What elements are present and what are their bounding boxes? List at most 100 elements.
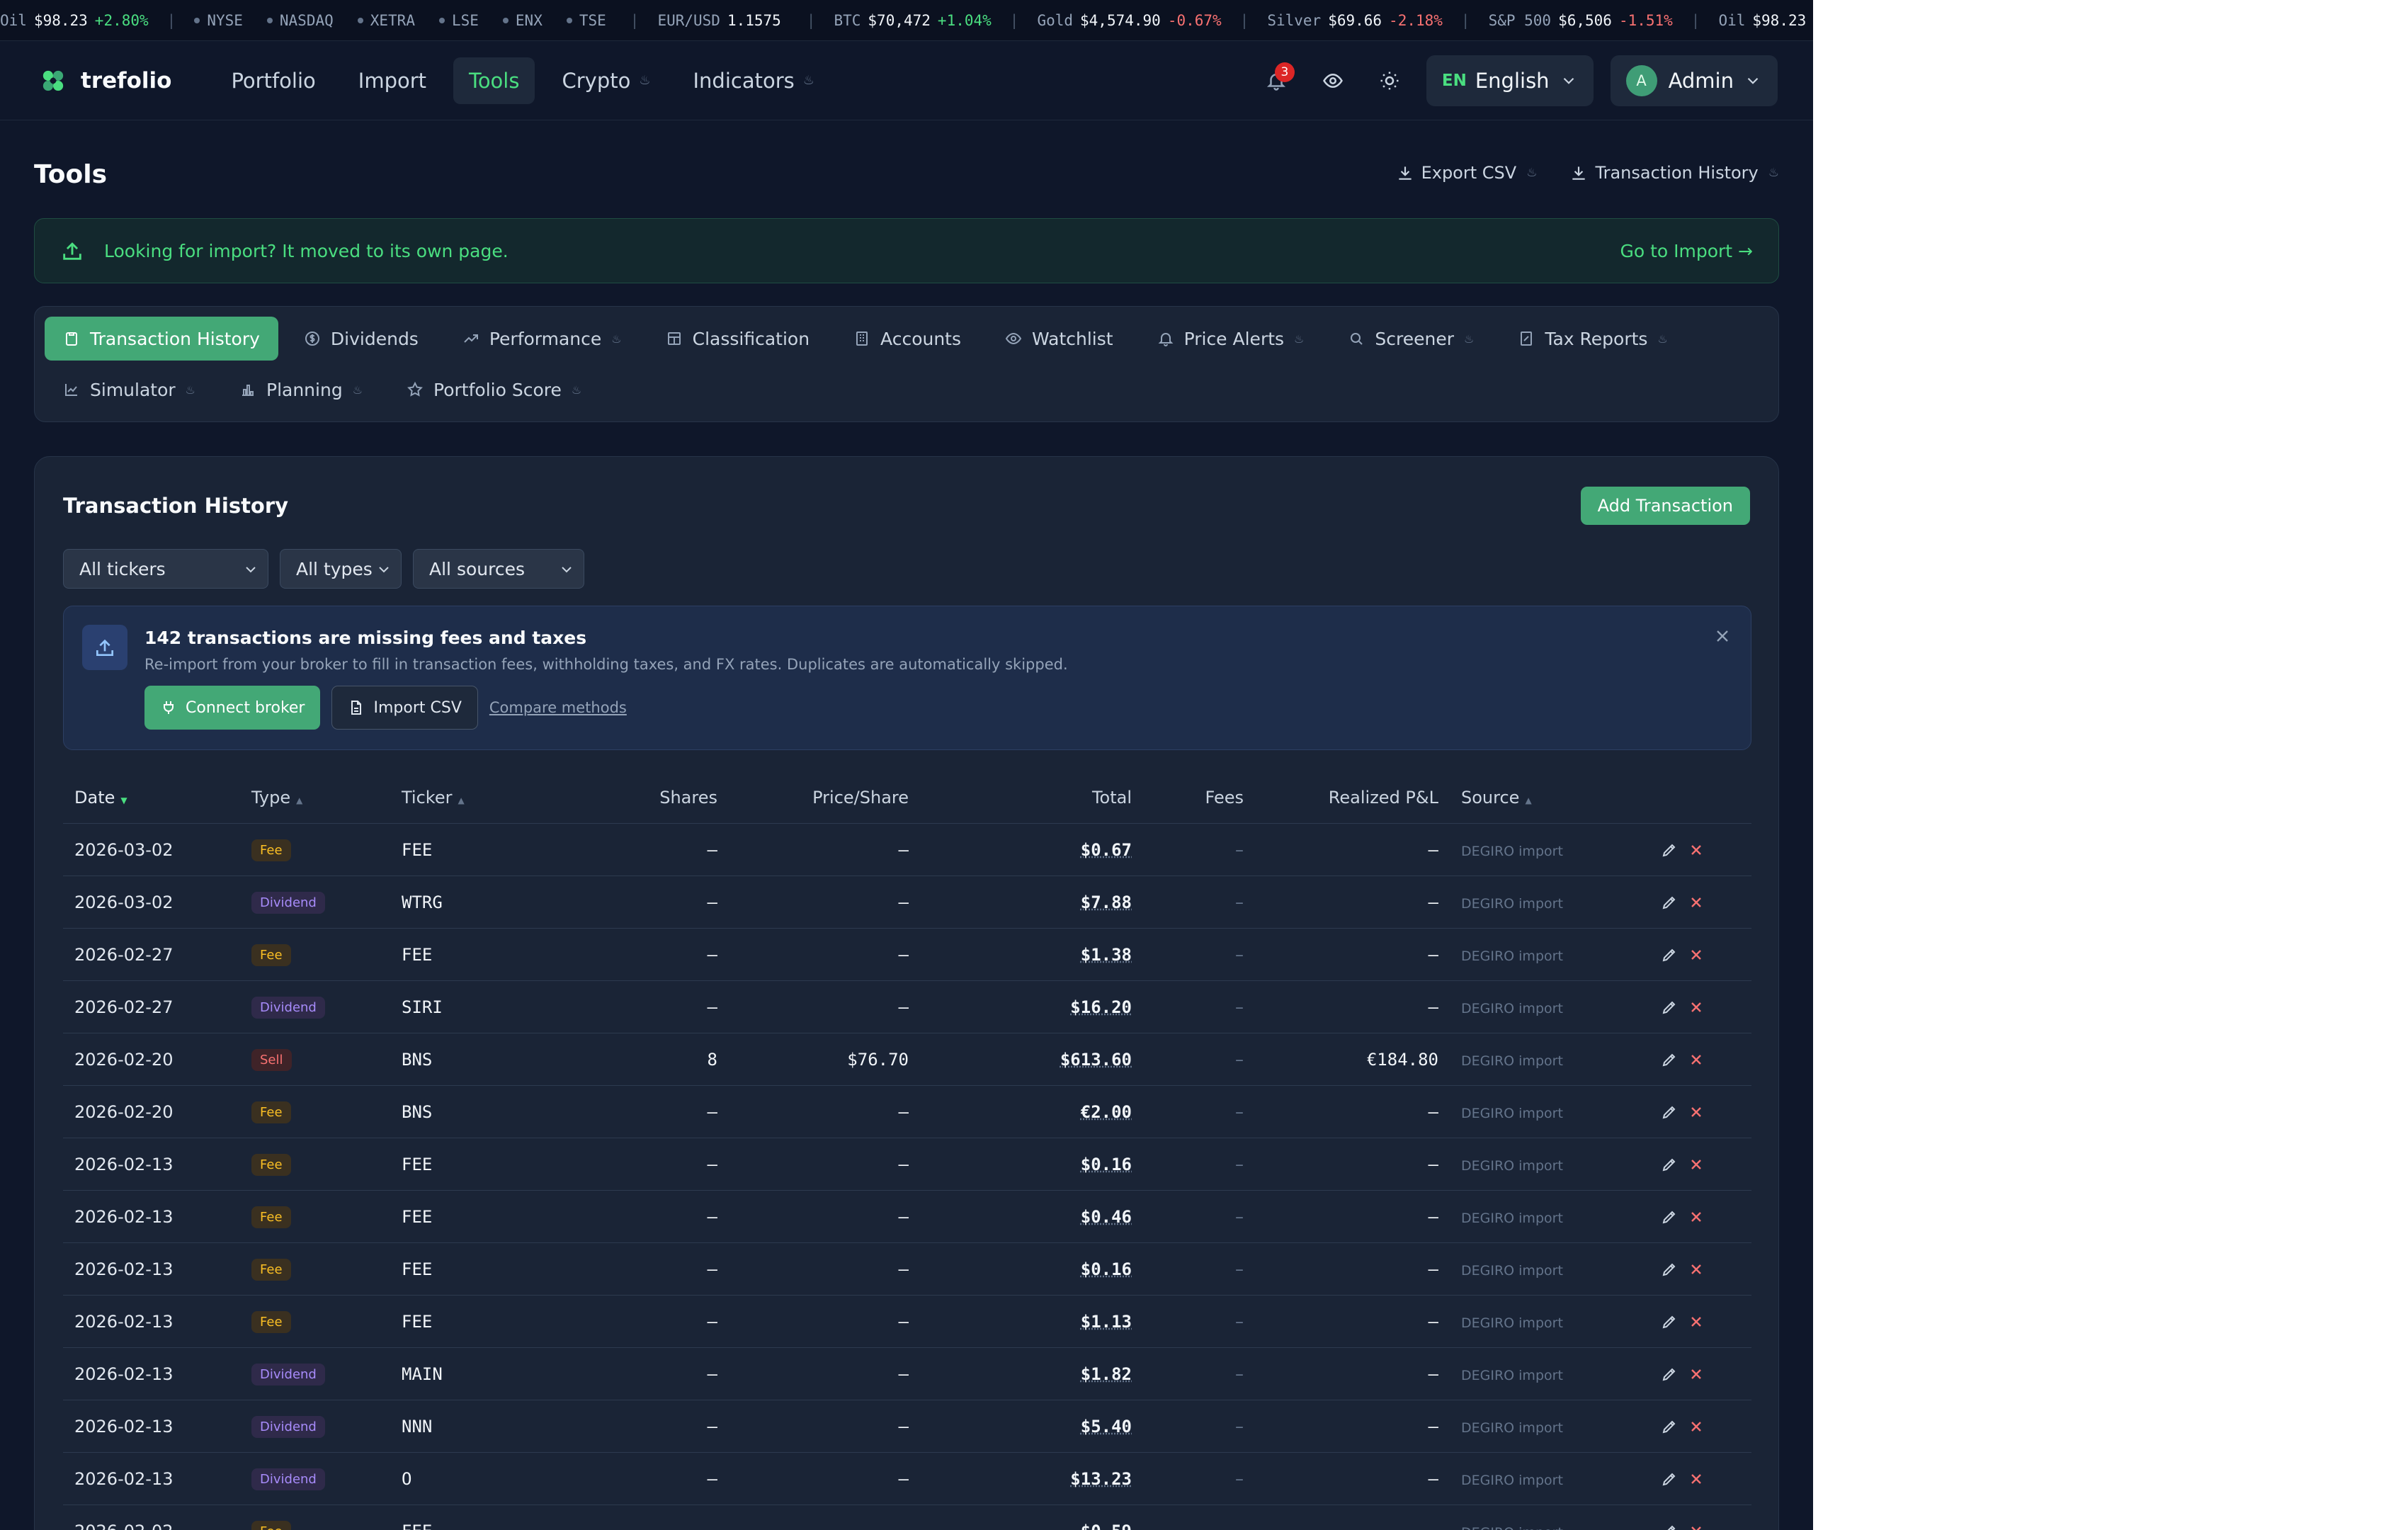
cell-type: Dividend bbox=[251, 1363, 402, 1386]
tab-price-alerts[interactable]: Price Alerts ♨ bbox=[1139, 317, 1323, 361]
total-value: $16.20 bbox=[1070, 997, 1132, 1017]
tab-classification[interactable]: Classification bbox=[647, 317, 828, 361]
cell-price: – bbox=[898, 1101, 909, 1122]
language-code: EN bbox=[1441, 72, 1467, 90]
edit-transaction-button[interactable] bbox=[1661, 1366, 1678, 1383]
export-transaction-history-button[interactable]: Transaction History ♨ bbox=[1569, 163, 1779, 183]
compare-methods-link[interactable]: Compare methods bbox=[489, 699, 627, 716]
delete-transaction-button[interactable] bbox=[1688, 842, 1705, 858]
tab-label: Portfolio Score bbox=[433, 379, 562, 400]
edit-transaction-button[interactable] bbox=[1661, 1313, 1678, 1330]
language-selector[interactable]: EN English bbox=[1426, 55, 1594, 106]
source-filter-select[interactable]: All sources bbox=[413, 549, 584, 589]
cell-actions bbox=[1623, 946, 1751, 963]
nav-link-portfolio[interactable]: Portfolio bbox=[215, 57, 331, 104]
select-value: All types bbox=[296, 558, 373, 579]
market-status: NYSE bbox=[194, 12, 243, 29]
total-value: $0.67 bbox=[1080, 839, 1132, 860]
edit-transaction-button[interactable] bbox=[1661, 999, 1678, 1016]
column-header-date[interactable]: Date ▼ bbox=[63, 788, 251, 808]
connect-broker-button[interactable]: Connect broker bbox=[144, 686, 321, 730]
cell-shares: – bbox=[707, 1364, 717, 1384]
pencil-icon bbox=[1662, 1263, 1676, 1276]
cell-fees: – bbox=[1235, 1206, 1244, 1227]
clipboard-icon bbox=[66, 332, 77, 346]
nav-link-import[interactable]: Import bbox=[343, 57, 442, 104]
type-filter-select[interactable]: All types bbox=[280, 549, 402, 589]
tab-planning[interactable]: Planning ♨ bbox=[221, 368, 381, 412]
cell-date: 2026-02-27 bbox=[74, 997, 174, 1017]
tab-transaction-history[interactable]: Transaction History bbox=[45, 317, 278, 361]
delete-transaction-button[interactable] bbox=[1688, 946, 1705, 963]
delete-transaction-button[interactable] bbox=[1688, 1261, 1705, 1278]
edit-transaction-button[interactable] bbox=[1661, 1051, 1678, 1068]
star-icon bbox=[407, 381, 423, 397]
quote-change: -2.18% bbox=[1389, 11, 1443, 29]
dollar-circle-icon bbox=[305, 332, 319, 346]
column-header-source[interactable]: Source ▲ bbox=[1438, 788, 1623, 808]
column-header-pnl: Realized P&L bbox=[1328, 787, 1438, 808]
transactions-table: Date ▼ Type ▲ Ticker ▲ Shares Price/Share T… bbox=[63, 771, 1751, 1530]
edit-transaction-button[interactable] bbox=[1661, 842, 1678, 858]
privacy-toggle-button[interactable] bbox=[1313, 61, 1353, 101]
tab-dividends[interactable]: Dividends bbox=[285, 317, 437, 361]
edit-transaction-button[interactable] bbox=[1661, 894, 1678, 911]
edit-transaction-button[interactable] bbox=[1661, 1470, 1678, 1488]
nav-link-indicators[interactable]: Indicators ♨ bbox=[677, 57, 829, 104]
tab-simulator[interactable]: Simulator ♨ bbox=[45, 368, 214, 412]
ticker-filter-select[interactable]: All tickers bbox=[63, 549, 268, 589]
delete-transaction-button[interactable] bbox=[1688, 1208, 1705, 1225]
tab-tax-reports[interactable]: Tax Reports ♨ bbox=[1499, 317, 1686, 361]
brand-logo[interactable]: trefolio bbox=[41, 68, 171, 94]
delete-transaction-button[interactable] bbox=[1688, 999, 1705, 1016]
cell-actions bbox=[1623, 1470, 1751, 1488]
delete-transaction-button[interactable] bbox=[1688, 1366, 1705, 1383]
delete-transaction-button[interactable] bbox=[1688, 894, 1705, 911]
column-header-type[interactable]: Type ▲ bbox=[251, 788, 402, 808]
dismiss-notice-button[interactable] bbox=[1713, 626, 1732, 649]
delete-transaction-button[interactable] bbox=[1688, 1051, 1705, 1068]
language-label: English bbox=[1475, 69, 1550, 93]
tab-accounts[interactable]: Accounts bbox=[835, 317, 979, 361]
tab-watchlist[interactable]: Watchlist bbox=[987, 317, 1132, 361]
filters: All tickers All types All sources bbox=[63, 549, 596, 589]
tab-screener[interactable]: Screener ♨ bbox=[1329, 317, 1492, 361]
delete-transaction-button[interactable] bbox=[1688, 1418, 1705, 1435]
edit-transaction-button[interactable] bbox=[1661, 1418, 1678, 1435]
cell-price: – bbox=[898, 892, 909, 912]
nav-link-crypto[interactable]: Crypto ♨ bbox=[546, 57, 666, 104]
building-icon bbox=[856, 332, 868, 346]
close-icon bbox=[1691, 1368, 1701, 1379]
edit-transaction-button[interactable] bbox=[1661, 1104, 1678, 1121]
cell-shares: – bbox=[707, 1468, 717, 1489]
column-label: Source bbox=[1461, 787, 1520, 808]
delete-transaction-button[interactable] bbox=[1688, 1523, 1705, 1530]
export-csv-button[interactable]: Export CSV ♨ bbox=[1396, 163, 1537, 183]
delete-transaction-button[interactable] bbox=[1688, 1470, 1705, 1488]
table-body: 2026-03-02 Fee FEE – – $0.67– – DEGIRO import 20… bbox=[63, 824, 1751, 1530]
tab-performance[interactable]: Performance ♨ bbox=[444, 317, 640, 361]
cell-shares: – bbox=[707, 839, 717, 860]
column-header-ticker[interactable]: Ticker ▲ bbox=[402, 788, 543, 808]
tab-portfolio-score[interactable]: Portfolio Score ♨ bbox=[388, 368, 600, 412]
add-transaction-button[interactable]: Add Transaction bbox=[1580, 487, 1750, 525]
edit-transaction-button[interactable] bbox=[1661, 1261, 1678, 1278]
import-csv-button[interactable]: Import CSV bbox=[331, 686, 478, 730]
edit-transaction-button[interactable] bbox=[1661, 1156, 1678, 1173]
source-text: DEGIRO import bbox=[1461, 948, 1563, 964]
edit-transaction-button[interactable] bbox=[1661, 1523, 1678, 1530]
go-to-import-link[interactable]: Go to Import → bbox=[1620, 241, 1753, 261]
delete-transaction-button[interactable] bbox=[1688, 1156, 1705, 1173]
edit-transaction-button[interactable] bbox=[1661, 1208, 1678, 1225]
nav-actions: 3 EN English A Admin bbox=[1239, 41, 1778, 120]
user-menu[interactable]: A Admin bbox=[1610, 55, 1778, 106]
nav-link-tools[interactable]: Tools bbox=[453, 57, 535, 104]
cell-type: Sell bbox=[251, 1048, 402, 1071]
delete-transaction-button[interactable] bbox=[1688, 1104, 1705, 1121]
delete-transaction-button[interactable] bbox=[1688, 1313, 1705, 1330]
cell-date: 2026-02-13 bbox=[74, 1311, 174, 1332]
edit-transaction-button[interactable] bbox=[1661, 946, 1678, 963]
cell-type: Fee bbox=[251, 839, 402, 861]
notifications-button[interactable]: 3 bbox=[1256, 61, 1296, 101]
theme-toggle-button[interactable] bbox=[1370, 61, 1409, 101]
